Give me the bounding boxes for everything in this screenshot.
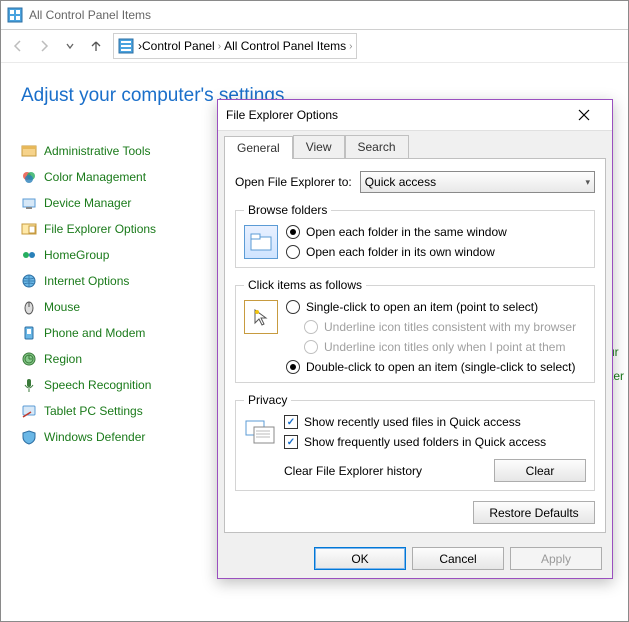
clear-history-label: Clear File Explorer history — [284, 464, 422, 478]
breadcrumb-all-items[interactable]: All Control Panel Items — [224, 39, 346, 53]
radio-label: Open each folder in its own window — [306, 245, 495, 259]
privacy-icon — [244, 415, 276, 447]
tab-view[interactable]: View — [293, 135, 345, 158]
cpl-link[interactable]: Speech Recognition — [44, 378, 151, 392]
apply-button[interactable]: Apply — [510, 547, 602, 570]
cpl-link[interactable]: Region — [44, 352, 82, 366]
open-to-value: Quick access — [365, 175, 436, 189]
titlebar: All Control Panel Items — [1, 1, 628, 30]
cpl-link[interactable]: Device Manager — [44, 196, 131, 210]
file-explorer-options-dialog: File Explorer Options General View Searc… — [217, 99, 613, 579]
close-button[interactable] — [564, 102, 604, 128]
tab-search[interactable]: Search — [345, 135, 409, 158]
radio-label: Underline icon titles consistent with my… — [324, 320, 576, 334]
chevron-right-icon: › — [218, 41, 221, 52]
dialog-footer: OK Cancel Apply — [218, 539, 612, 578]
tab-general[interactable]: General — [224, 136, 293, 159]
address-bar[interactable]: › Control Panel › All Control Panel Item… — [113, 33, 357, 59]
breadcrumb-control-panel[interactable]: Control Panel — [142, 39, 215, 53]
control-panel-icon — [118, 38, 134, 54]
privacy-group: Privacy ✓Show recently used files in Qui… — [235, 393, 595, 491]
dialog-titlebar: File Explorer Options — [218, 100, 612, 131]
privacy-legend: Privacy — [244, 393, 291, 407]
nav-bar: › Control Panel › All Control Panel Item… — [1, 30, 628, 63]
cursor-icon — [244, 300, 278, 334]
open-to-select[interactable]: Quick access ▾ — [360, 171, 595, 193]
dialog-title: File Explorer Options — [226, 108, 564, 122]
cpl-link[interactable]: Color Management — [44, 170, 146, 184]
cpl-link[interactable]: Mouse — [44, 300, 80, 314]
browse-folders-legend: Browse folders — [244, 203, 331, 217]
open-to-label: Open File Explorer to: — [235, 175, 352, 189]
radio-label: Open each folder in the same window — [306, 225, 507, 239]
radio-underline-point: Underline icon titles only when I point … — [304, 340, 586, 354]
radio-label: Single-click to open an item (point to s… — [306, 300, 538, 314]
click-items-legend: Click items as follows — [244, 278, 366, 292]
checkbox-label: Show frequently used folders in Quick ac… — [304, 435, 546, 449]
radio-underline-browser: Underline icon titles consistent with my… — [304, 320, 586, 334]
restore-defaults-button[interactable]: Restore Defaults — [473, 501, 595, 524]
cpl-link[interactable]: File Explorer Options — [44, 222, 156, 236]
back-button[interactable] — [9, 37, 27, 55]
cpl-link[interactable]: Administrative Tools — [44, 144, 151, 158]
forward-button[interactable] — [35, 37, 53, 55]
cpl-link[interactable]: HomeGroup — [44, 248, 109, 262]
cancel-button[interactable]: Cancel — [412, 547, 504, 570]
radio-label: Underline icon titles only when I point … — [324, 340, 565, 354]
cpl-link[interactable]: Internet Options — [44, 274, 129, 288]
control-panel-icon — [7, 7, 23, 23]
chevron-right-icon: › — [349, 41, 352, 52]
window-title: All Control Panel Items — [29, 8, 151, 22]
cpl-link[interactable]: Windows Defender — [44, 430, 145, 444]
radio-double-click[interactable]: Double-click to open an item (single-cli… — [286, 360, 586, 374]
checkbox-frequent-folders[interactable]: ✓Show frequently used folders in Quick a… — [284, 435, 586, 449]
browse-folders-group: Browse folders Open each folder in the s… — [235, 203, 595, 268]
ok-button[interactable]: OK — [314, 547, 406, 570]
recent-dropdown-icon[interactable] — [61, 37, 79, 55]
tab-panel-general: Open File Explorer to: Quick access ▾ Br… — [224, 158, 606, 533]
click-items-group: Click items as follows Single-click to o… — [235, 278, 595, 383]
up-button[interactable] — [87, 37, 105, 55]
radio-single-click[interactable]: Single-click to open an item (point to s… — [286, 300, 586, 314]
cpl-link[interactable]: Tablet PC Settings — [44, 404, 143, 418]
radio-label: Double-click to open an item (single-cli… — [306, 360, 575, 374]
radio-same-window[interactable]: Open each folder in the same window — [286, 225, 586, 239]
control-panel-window: All Control Panel Items › Control Panel … — [0, 0, 629, 622]
checkbox-recent-files[interactable]: ✓Show recently used files in Quick acces… — [284, 415, 586, 429]
clear-button[interactable]: Clear — [494, 459, 586, 482]
folder-icon — [244, 225, 278, 259]
chevron-down-icon: ▾ — [585, 177, 590, 188]
cpl-link[interactable]: Phone and Modem — [44, 326, 145, 340]
tab-bar: General View Search — [218, 131, 612, 158]
radio-own-window[interactable]: Open each folder in its own window — [286, 245, 586, 259]
checkbox-label: Show recently used files in Quick access — [304, 415, 521, 429]
